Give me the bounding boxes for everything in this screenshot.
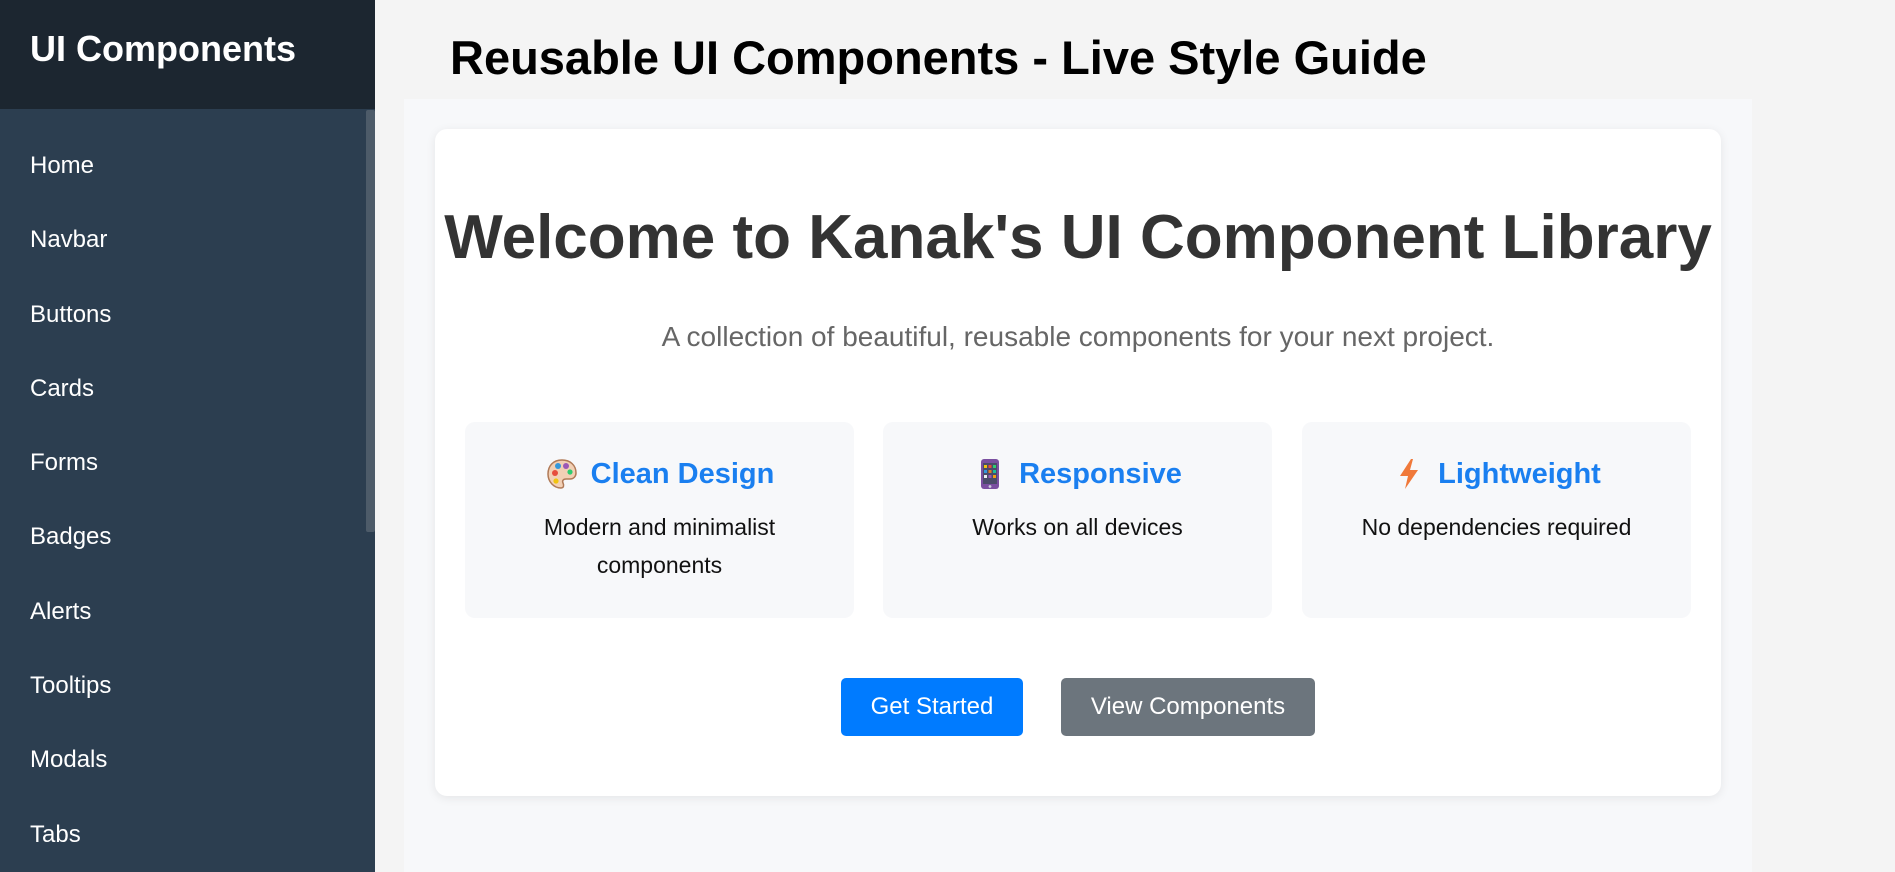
hero-title: Welcome to Kanak's UI Component Library xyxy=(444,203,1712,272)
sidebar-header: UI Components xyxy=(0,0,375,109)
sidebar-item-cards[interactable]: Cards xyxy=(0,352,375,426)
main-section: Welcome to Kanak's UI Component Library … xyxy=(404,99,1752,872)
feature-card-responsive: Responsive Works on all devices xyxy=(883,422,1272,618)
sidebar: UI Components Home Navbar Buttons Cards … xyxy=(0,0,375,872)
get-started-button[interactable]: Get Started xyxy=(841,678,1023,736)
feature-title: Lightweight xyxy=(1438,457,1601,490)
feature-title: Clean Design xyxy=(590,457,775,490)
sidebar-item-modals[interactable]: Modals xyxy=(0,723,375,797)
sidebar-item-forms[interactable]: Forms xyxy=(0,426,375,500)
view-components-button[interactable]: View Components xyxy=(1061,678,1315,736)
sidebar-item-badges[interactable]: Badges xyxy=(0,500,375,574)
feature-list: Clean Design Modern and minimalist compo… xyxy=(465,422,1691,618)
sidebar-item-navbar[interactable]: Navbar xyxy=(0,203,375,277)
page-title: Reusable UI Components - Live Style Guid… xyxy=(450,31,1427,84)
feature-description: No dependencies required xyxy=(1361,514,1632,540)
mobile-phone-icon xyxy=(973,457,1007,491)
sidebar-title: UI Components xyxy=(30,28,296,69)
lightning-icon xyxy=(1392,457,1426,491)
feature-card-clean-design: Clean Design Modern and minimalist compo… xyxy=(465,422,854,618)
hero-card: Welcome to Kanak's UI Component Library … xyxy=(435,129,1721,796)
sidebar-item-buttons[interactable]: Buttons xyxy=(0,278,375,352)
feature-description: Works on all devices xyxy=(972,514,1183,540)
hero-subtitle: A collection of beautiful, reusable comp… xyxy=(661,321,1495,352)
palette-icon xyxy=(545,457,579,491)
feature-title: Responsive xyxy=(1019,457,1182,490)
sidebar-scrollbar[interactable] xyxy=(366,110,375,532)
sidebar-nav: Home Navbar Buttons Cards Forms Badges A… xyxy=(0,109,375,872)
feature-description: Modern and minimalist components xyxy=(543,514,776,578)
sidebar-item-tabs[interactable]: Tabs xyxy=(0,798,375,872)
hero-actions: Get Started View Components xyxy=(435,678,1721,736)
sidebar-item-tooltips[interactable]: Tooltips xyxy=(0,649,375,723)
sidebar-item-alerts[interactable]: Alerts xyxy=(0,575,375,649)
sidebar-item-home[interactable]: Home xyxy=(0,129,375,203)
feature-card-lightweight: Lightweight No dependencies required xyxy=(1302,422,1691,618)
